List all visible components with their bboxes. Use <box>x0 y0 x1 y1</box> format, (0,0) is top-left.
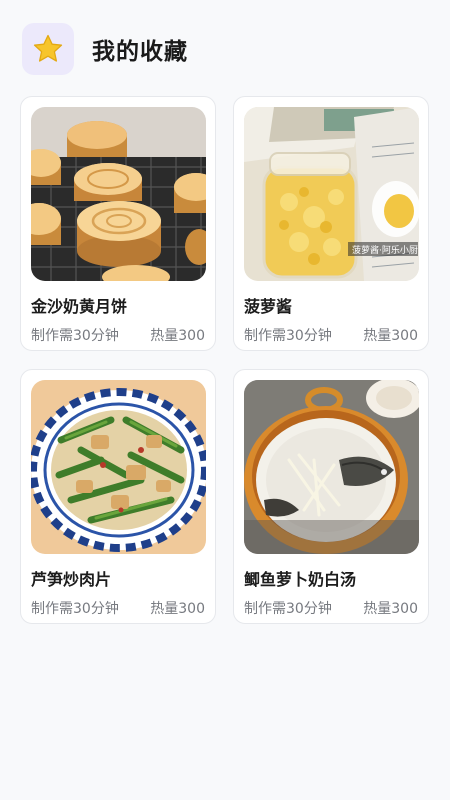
recipe-calories: 热量300 <box>150 601 205 617</box>
recipe-card[interactable]: 菠萝酱·阿乐小厨 菠萝酱 制作需30分钟 热量300 <box>233 96 429 351</box>
recipe-meta: 制作需30分钟 热量300 <box>31 325 205 345</box>
recipe-meta: 制作需30分钟 热量300 <box>244 325 418 345</box>
recipe-card[interactable]: 金沙奶黄月饼 制作需30分钟 热量300 <box>20 96 216 351</box>
recipe-grid: 金沙奶黄月饼 制作需30分钟 热量300 菠萝酱·阿乐小厨 菠萝酱 制作需30分… <box>20 96 430 624</box>
recipe-calories: 热量300 <box>363 328 418 344</box>
recipe-time: 制作需30分钟 <box>244 601 332 617</box>
recipe-title: 芦笋炒肉片 <box>31 570 112 589</box>
page-title: 我的收藏 <box>92 39 188 65</box>
image-caption: 菠萝酱·阿乐小厨 <box>352 244 418 256</box>
recipe-title: 菠萝酱 <box>244 297 293 316</box>
asparagus-pork-photo <box>31 380 206 554</box>
recipe-meta: 制作需30分钟 热量300 <box>31 598 205 618</box>
recipe-calories: 热量300 <box>150 328 205 344</box>
recipe-meta: 制作需30分钟 热量300 <box>244 598 418 618</box>
recipe-title: 金沙奶黄月饼 <box>31 297 128 316</box>
recipe-time: 制作需30分钟 <box>31 601 119 617</box>
recipe-time: 制作需30分钟 <box>244 328 332 344</box>
pineapple-jam-photo: 菠萝酱·阿乐小厨 <box>244 107 419 281</box>
recipe-card[interactable]: 鲫鱼萝卜奶白汤 制作需30分钟 热量300 <box>233 369 429 624</box>
recipe-time: 制作需30分钟 <box>31 328 119 344</box>
mooncake-photo <box>31 107 206 281</box>
recipe-card[interactable]: 芦笋炒肉片 制作需30分钟 热量300 <box>20 369 216 624</box>
favorites-icon-tile <box>22 23 74 75</box>
fish-soup-photo <box>244 380 419 554</box>
recipe-calories: 热量300 <box>363 601 418 617</box>
star-icon <box>33 34 63 62</box>
recipe-title: 鲫鱼萝卜奶白汤 <box>244 570 357 589</box>
page-header: 我的收藏 <box>22 22 188 76</box>
